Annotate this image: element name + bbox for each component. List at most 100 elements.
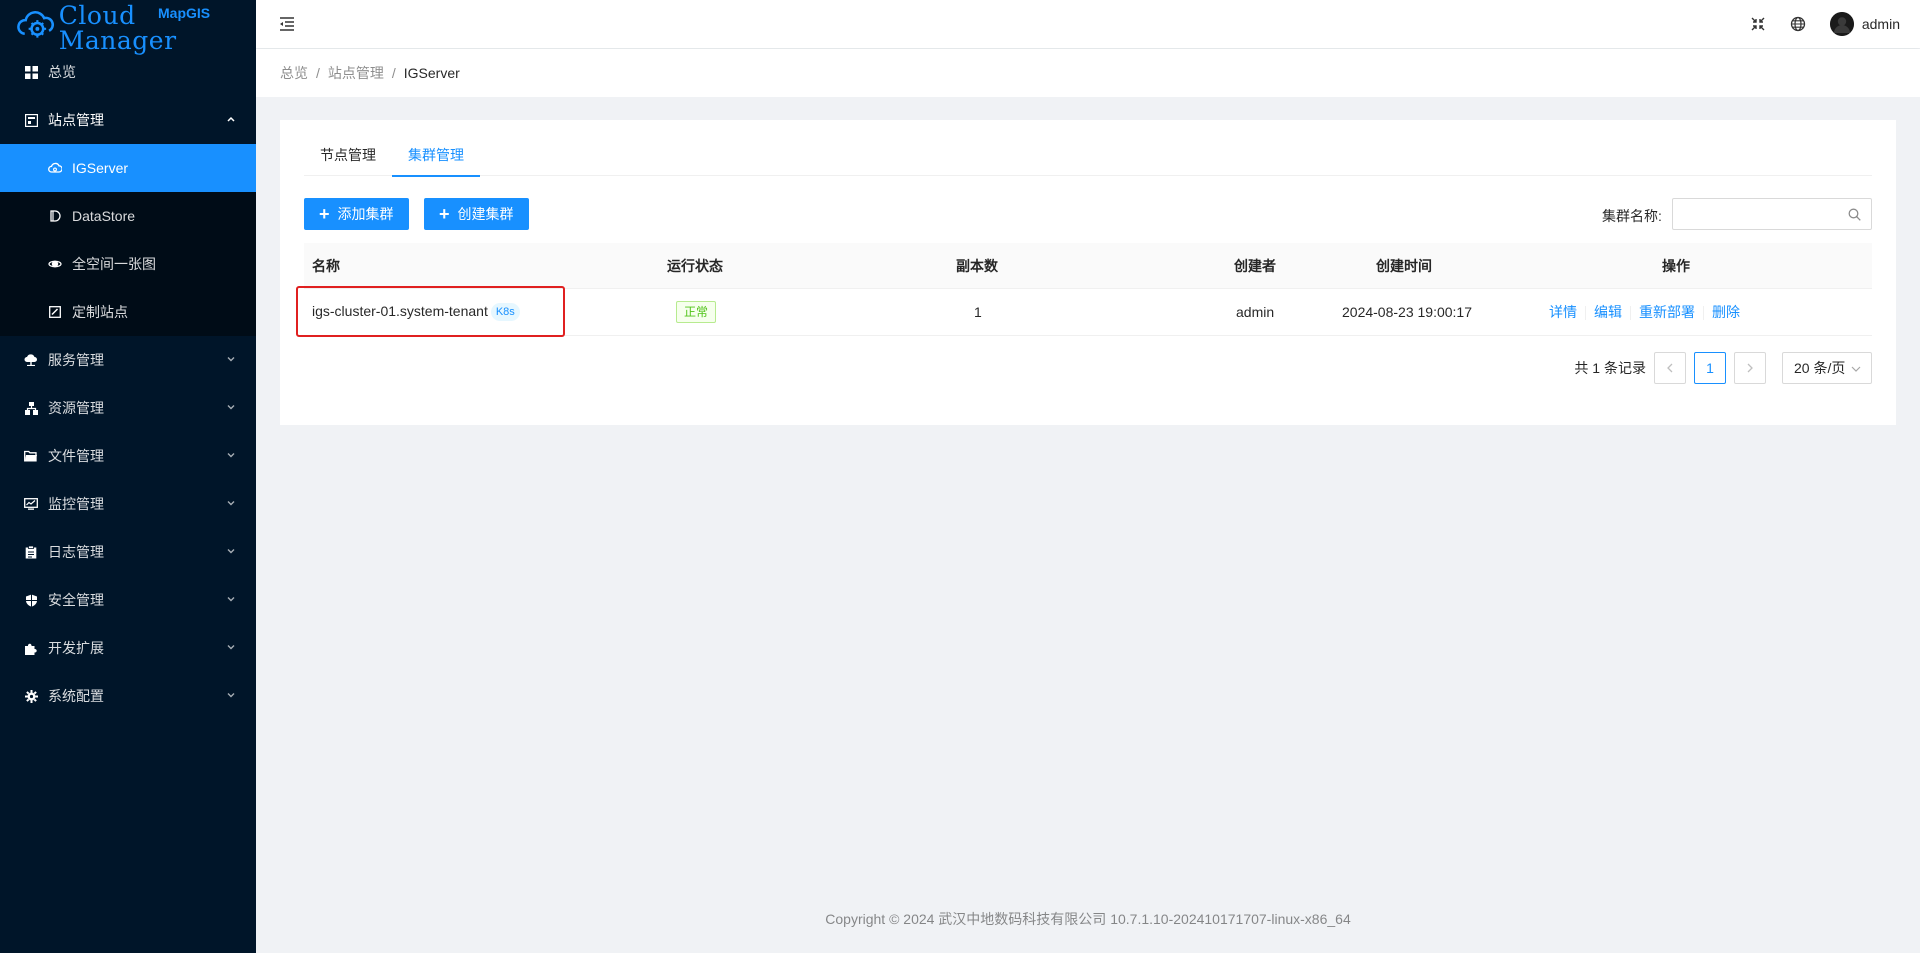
logo[interactable]: Cloud Manager MapGIS [0, 0, 256, 53]
redeploy-link[interactable]: 重新部署 [1639, 304, 1695, 320]
cluster-name-cell: igs-cluster-01.system-tenant K8s [312, 302, 520, 322]
column-header-status: 运行状态 [667, 257, 723, 274]
sidebar-item-resource-management[interactable]: 资源管理 [0, 384, 256, 432]
column-header-created-time: 创建时间 [1376, 257, 1432, 274]
chevron-up-icon [227, 116, 235, 122]
user-avatar-icon [1829, 12, 1854, 36]
add-cluster-button[interactable]: + 添加集群 [304, 198, 409, 230]
monitor-icon [24, 497, 38, 511]
search-input[interactable] [1673, 199, 1833, 229]
tab-cluster-management[interactable]: 集群管理 [392, 134, 480, 177]
log-icon [24, 545, 38, 559]
sidebar-item-log-management[interactable]: 日志管理 [0, 528, 256, 576]
chevron-down-icon [227, 597, 235, 602]
edit-link[interactable]: 编辑 [1594, 304, 1622, 320]
submenu-site-management: IGServer DataStore 全空间一张图 定制站点 [0, 144, 256, 336]
tab-node-management[interactable]: 节点管理 [304, 134, 392, 176]
service-icon [24, 353, 38, 367]
page-size-value: 20 条/页 [1794, 360, 1846, 376]
column-header-name: 名称 [312, 257, 340, 274]
chevron-right-icon [1747, 363, 1753, 373]
content-card: 节点管理 集群管理 + 添加集群 + 创建集群 集群名称: 名称 运行状态 副本… [280, 120, 1896, 425]
shield-icon [24, 593, 38, 607]
sidebar-item-system-config[interactable]: 系统配置 [0, 672, 256, 720]
actions-cell: 详情 编辑 重新部署 删除 [1549, 302, 1740, 322]
k8s-tag: K8s [490, 303, 520, 322]
replicas-cell: 1 [974, 304, 982, 320]
user-name[interactable]: admin [1862, 16, 1900, 32]
sidebar-item-site-management[interactable]: 站点管理 [0, 96, 256, 144]
table-header: 名称 运行状态 副本数 创建者 创建时间 操作 [304, 243, 1872, 289]
header-actions: admin [1750, 0, 1900, 48]
custom-site-icon [48, 305, 62, 319]
sidebar-item-fullspace-map[interactable]: 全空间一张图 [0, 240, 256, 288]
chevron-down-icon [1851, 366, 1861, 372]
action-divider [1630, 306, 1631, 321]
sidebar-item-label: 站点管理 [48, 112, 104, 128]
sidebar-menu: 总览 站点管理 IGServer DataStore 全空间一张图 定制站点 服… [0, 48, 256, 720]
search-label: 集群名称: [1602, 208, 1662, 224]
footer-copyright: Copyright © 2024 武汉中地数码科技有限公司 10.7.1.10-… [825, 911, 1351, 927]
sidebar-item-label: 日志管理 [48, 544, 104, 560]
folder-icon [24, 449, 38, 463]
sidebar-item-dev-extension[interactable]: 开发扩展 [0, 624, 256, 672]
cluster-name: igs-cluster-01.system-tenant [312, 302, 488, 319]
sidebar-item-label: 监控管理 [48, 496, 104, 512]
table-row: igs-cluster-01.system-tenant K8s 正常 1 adm… [304, 289, 1872, 336]
sidebar-item-label: 安全管理 [48, 592, 104, 608]
cloud-gear-logo-icon [17, 11, 54, 38]
sidebar-item-overview[interactable]: 总览 [0, 48, 256, 96]
add-cluster-label: 添加集群 [337, 206, 394, 222]
status-badge: 正常 [676, 301, 717, 323]
sidebar-item-file-management[interactable]: 文件管理 [0, 432, 256, 480]
sidebar-item-datastore[interactable]: DataStore [0, 192, 256, 240]
created-time-cell: 2024-08-23 19:00:17 [1342, 304, 1472, 320]
puzzle-icon [24, 641, 38, 655]
chevron-left-icon [1667, 363, 1673, 373]
logo-superscript: MapGIS [158, 5, 211, 21]
page-size-select[interactable]: 20 条/页 [1782, 352, 1872, 384]
column-header-creator: 创建者 [1234, 257, 1276, 274]
next-page-button[interactable] [1734, 352, 1766, 384]
prev-page-button[interactable] [1654, 352, 1686, 384]
menu-fold-icon[interactable] [278, 15, 296, 33]
chevron-down-icon [227, 549, 235, 554]
pagination: 共 1 条记录 1 20 条/页 [1574, 352, 1872, 384]
sidebar-item-custom-site[interactable]: 定制站点 [0, 288, 256, 336]
creator-cell: admin [1236, 304, 1275, 320]
create-cluster-button[interactable]: + 创建集群 [424, 198, 529, 230]
sidebar-item-security-management[interactable]: 安全管理 [0, 576, 256, 624]
action-divider [1585, 306, 1586, 321]
pagination-total: 共 1 条记录 [1574, 360, 1646, 376]
sidebar-item-label: IGServer [72, 160, 129, 176]
search-icon[interactable] [1848, 208, 1861, 221]
action-divider [1703, 306, 1704, 321]
language-globe-icon[interactable] [1790, 16, 1806, 32]
breadcrumb-item-overview[interactable]: 总览 [280, 63, 308, 83]
chevron-down-icon [227, 405, 235, 410]
chevron-down-icon [227, 453, 235, 458]
status-cell: 正常 [676, 301, 717, 323]
breadcrumb-item-site-management[interactable]: 站点管理 [328, 63, 384, 83]
column-header-actions: 操作 [1662, 257, 1690, 274]
sidebar-item-igserver[interactable]: IGServer [0, 144, 256, 192]
fullscreen-icon[interactable] [1750, 16, 1766, 32]
avatar[interactable] [1829, 12, 1854, 36]
breadcrumb-separator: / [391, 65, 396, 81]
page-number[interactable]: 1 [1694, 352, 1726, 384]
plus-icon: + [439, 204, 450, 224]
sidebar-item-service-management[interactable]: 服务管理 [0, 336, 256, 384]
cluster-name-search [1672, 198, 1872, 230]
chevron-down-icon [227, 501, 235, 506]
sidebar-item-label: 总览 [48, 64, 76, 80]
sidebar-item-label: 开发扩展 [48, 640, 104, 656]
sidebar-item-label: 资源管理 [48, 400, 104, 416]
delete-link[interactable]: 删除 [1712, 304, 1740, 320]
sidebar-item-label: 定制站点 [72, 304, 128, 320]
chevron-down-icon [227, 645, 235, 650]
sidebar-item-label: DataStore [72, 208, 136, 224]
detail-link[interactable]: 详情 [1549, 304, 1577, 320]
globe-icon [48, 257, 62, 271]
chevron-down-icon [227, 357, 235, 362]
sidebar-item-monitor-management[interactable]: 监控管理 [0, 480, 256, 528]
